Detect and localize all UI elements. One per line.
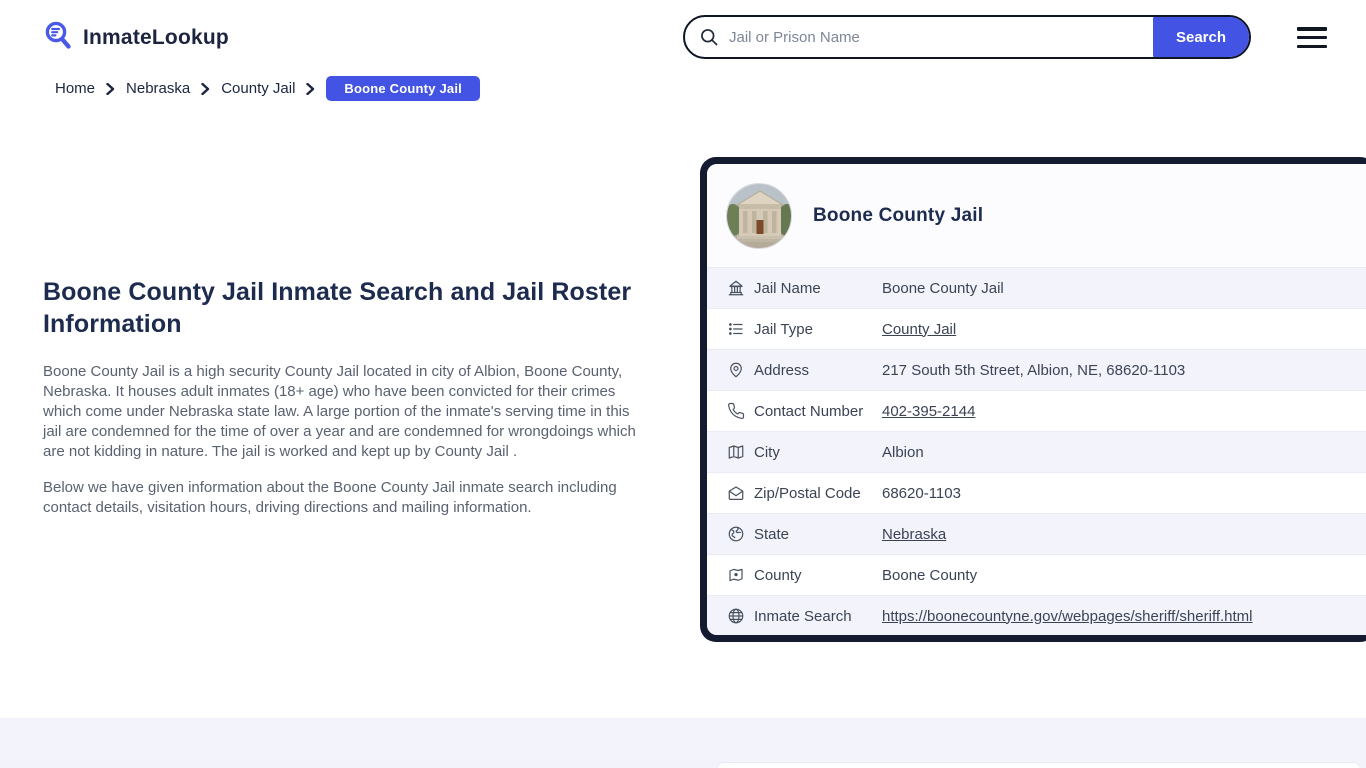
breadcrumb-jail-type[interactable]: County Jail <box>221 80 295 97</box>
chevron-right-icon <box>106 82 115 95</box>
globe-icon <box>727 607 745 625</box>
county-map-icon <box>727 566 745 584</box>
table-row: Address 217 South 5th Street, Albion, NE… <box>707 349 1366 390</box>
bank-icon <box>727 279 745 297</box>
facility-photo <box>726 182 792 249</box>
map-icon <box>727 443 745 461</box>
row-value: 68620-1103 <box>882 484 961 502</box>
search-input[interactable] <box>719 28 1153 46</box>
article: Boone County Jail Inmate Search and Jail… <box>43 276 643 534</box>
chevron-right-icon <box>306 82 315 95</box>
page: InmateLookup Search Home Nebraska County… <box>0 0 1366 768</box>
table-row: Inmate Search https://boonecountyne.gov/… <box>707 595 1366 635</box>
article-paragraph-2: Below we have given information about th… <box>43 479 617 516</box>
table-row: Zip/Postal Code 68620-1103 <box>707 472 1366 513</box>
row-value: 217 South 5th Street, Albion, NE, 68620-… <box>882 361 1186 379</box>
row-label: County <box>754 566 802 584</box>
facility-card-header: Boone County Jail <box>707 164 1366 267</box>
site-logo[interactable]: InmateLookup <box>43 20 229 56</box>
jail-type-link[interactable]: County Jail <box>882 321 956 338</box>
breadcrumb: Home Nebraska County Jail Boone County J… <box>55 76 480 101</box>
list-icon <box>727 320 745 338</box>
row-label: Address <box>754 361 810 379</box>
row-label: City <box>754 443 780 461</box>
table-row: Jail Type County Jail <box>707 308 1366 349</box>
breadcrumb-home[interactable]: Home <box>55 80 95 97</box>
search-icon <box>699 27 719 47</box>
table-row: State Nebraska <box>707 513 1366 554</box>
magnifier-logo-icon <box>43 20 74 56</box>
contact-number-link[interactable]: 402-395-2144 <box>882 403 975 420</box>
inmate-search-link[interactable]: https://boonecountyne.gov/webpages/sheri… <box>882 608 1253 625</box>
page-background-band <box>0 718 1366 768</box>
table-row: Contact Number 402-395-2144 <box>707 390 1366 431</box>
row-label: Inmate Search <box>754 607 852 625</box>
row-label: Contact Number <box>754 402 864 420</box>
brand-name: InmateLookup <box>83 26 229 49</box>
page-title: Boone County Jail Inmate Search and Jail… <box>43 278 632 338</box>
menu-icon[interactable] <box>1297 27 1327 48</box>
chevron-right-icon <box>201 82 210 95</box>
state-link[interactable]: Nebraska <box>882 526 946 543</box>
row-label: Jail Name <box>754 279 821 297</box>
envelope-open-icon <box>727 484 745 502</box>
facility-table: Jail Name Boone County Jail Jail Type Co… <box>707 267 1366 635</box>
table-row: Jail Name Boone County Jail <box>707 267 1366 308</box>
facility-card: Boone County Jail Jail Name Boone County… <box>700 157 1366 642</box>
row-label: Zip/Postal Code <box>754 484 861 502</box>
row-value: Albion <box>882 443 924 461</box>
breadcrumb-current-badge: Boone County Jail <box>326 76 480 101</box>
facility-title: Boone County Jail <box>813 204 984 226</box>
search-button[interactable]: Search <box>1153 17 1249 57</box>
table-row: City Albion <box>707 431 1366 472</box>
article-paragraph-1: Boone County Jail is a high security Cou… <box>43 363 636 460</box>
map-pin-icon <box>727 361 745 379</box>
row-value: Boone County <box>882 566 978 584</box>
next-card-top-edge <box>716 762 1361 768</box>
phone-icon <box>727 402 745 420</box>
breadcrumb-state[interactable]: Nebraska <box>126 80 190 97</box>
row-label: State <box>754 525 790 543</box>
globe-americas-icon <box>727 525 745 543</box>
row-value: Boone County Jail <box>882 279 1004 297</box>
table-row: County Boone County <box>707 554 1366 595</box>
row-label: Jail Type <box>754 320 813 338</box>
search-bar: Search <box>683 15 1251 59</box>
